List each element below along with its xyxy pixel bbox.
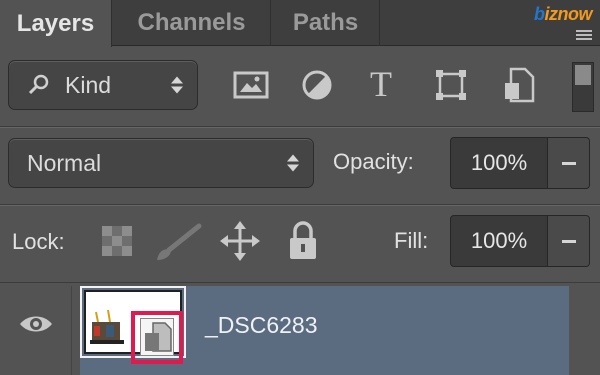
tab-channels[interactable]: Channels — [113, 0, 271, 46]
updown-arrows-icon — [287, 154, 299, 172]
watermark-logo: biznow — [534, 4, 592, 24]
filter-toggle[interactable] — [572, 62, 594, 112]
chevron-down-icon — [561, 239, 576, 243]
eye-icon[interactable] — [18, 312, 54, 336]
opacity-label: Opacity: — [333, 149, 414, 174]
lock-image-pixels-brush-icon[interactable] — [155, 220, 205, 262]
layer-name[interactable]: _DSC6283 — [205, 312, 318, 339]
chevron-down-icon — [561, 161, 576, 165]
shape-filter-icon[interactable] — [432, 68, 470, 102]
fill-label: Fill: — [394, 228, 429, 253]
fill-dropdown-button[interactable] — [548, 215, 590, 267]
tab-layers[interactable]: Layers — [0, 0, 112, 47]
lock-transparent-pixels-icon[interactable] — [100, 224, 134, 258]
panel-menu-icon[interactable] — [576, 30, 592, 40]
divider — [0, 127, 600, 128]
filter-kind-label: Kind — [65, 71, 112, 98]
image-filter-icon[interactable] — [232, 68, 270, 102]
type-filter-icon[interactable]: T — [362, 64, 400, 104]
opacity-dropdown-button[interactable] — [548, 137, 590, 189]
divider — [0, 205, 600, 206]
fill-input[interactable]: 100% — [450, 215, 548, 267]
filter-kind-select[interactable]: Kind — [8, 60, 198, 110]
smart-object-highlight-box — [131, 311, 183, 364]
lock-label: Lock: — [12, 229, 65, 254]
opacity-input[interactable]: 100% — [450, 137, 548, 189]
blend-mode-label: Normal — [27, 149, 102, 176]
blend-mode-select[interactable]: Normal — [8, 138, 314, 188]
adjustment-filter-icon[interactable] — [298, 68, 336, 102]
divider — [0, 282, 600, 283]
lock-all-padlock-icon[interactable] — [287, 220, 319, 262]
smart-object-filter-icon[interactable] — [500, 66, 538, 104]
lock-position-move-icon[interactable] — [220, 220, 260, 262]
tab-paths[interactable]: Paths — [272, 0, 380, 46]
updown-arrows-icon — [171, 76, 183, 94]
search-icon — [27, 73, 51, 97]
